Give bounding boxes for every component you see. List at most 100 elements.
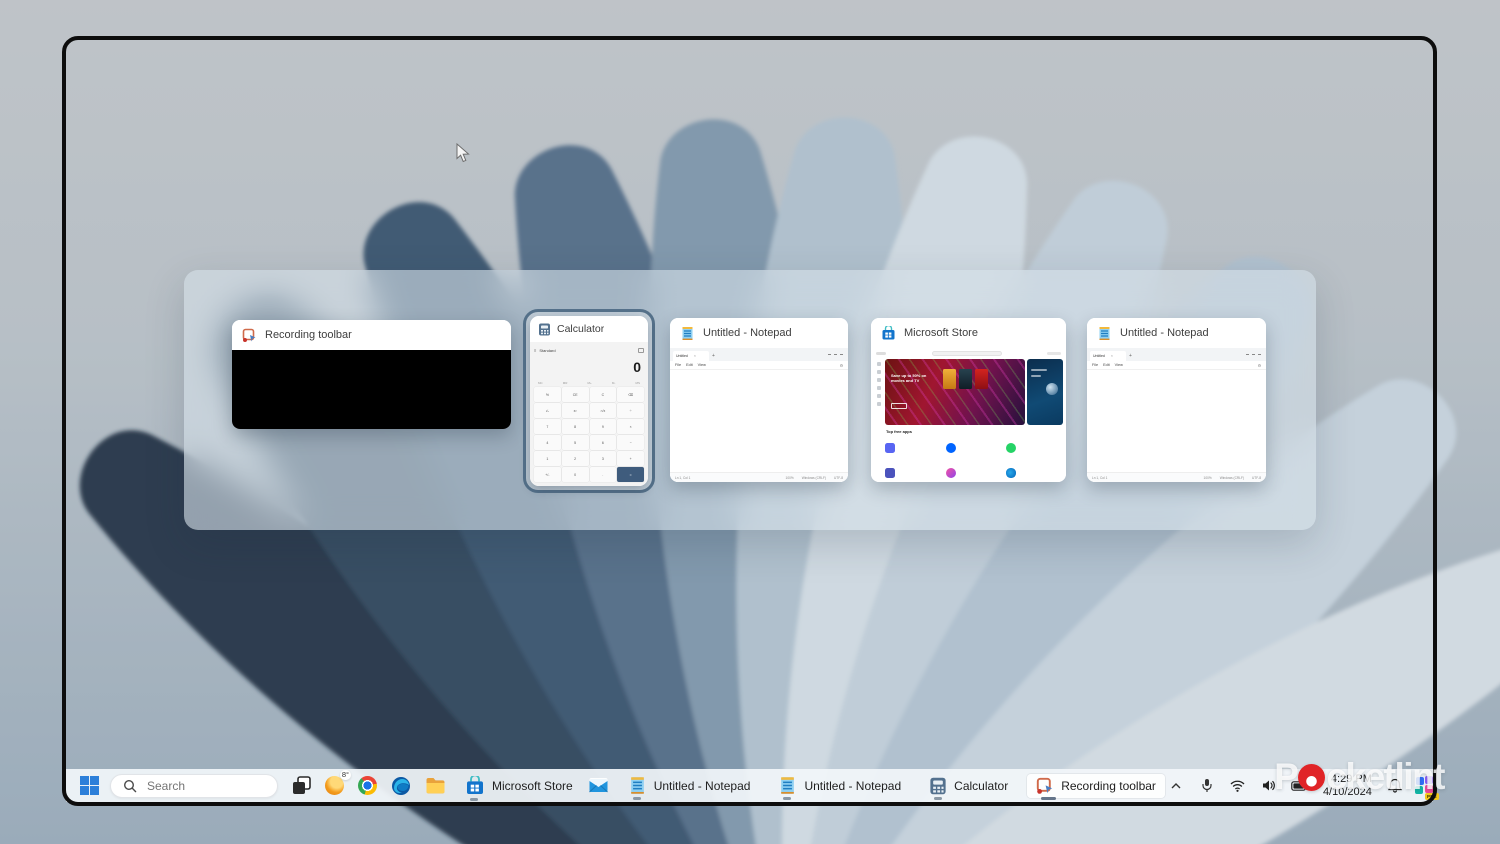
calc-key: ²√x [589,403,617,418]
store-app-tile [945,461,1003,482]
tray-microphone[interactable] [1196,774,1218,798]
windows-logo-icon [80,776,99,795]
whatsapp-icon [1006,443,1017,453]
taskbar-chrome[interactable] [358,773,377,799]
window-card-header: Microsoft Store [871,318,1066,348]
switcher-window-calculator[interactable]: Calculator ≡ Standard 0 MC MR M+ M- MS % CE C ⌫… [530,316,648,486]
tray-network[interactable] [1227,774,1249,798]
chevron-up-icon [1171,782,1181,788]
calc-key: ⌫ [617,387,644,402]
window-title: Calculator [557,323,605,335]
taskbar-edge[interactable] [391,773,411,799]
calc-memory-key: M- [611,381,616,385]
taskbar-app-label: Recording toolbar [1061,778,1156,793]
wifi-icon [1230,780,1245,792]
window-title: Recording toolbar [265,329,352,341]
calc-memory-key: MR [562,381,568,385]
taskbar-app-notepad-2[interactable]: Untitled - Notepad [769,773,910,800]
calc-memory-key: MC [538,381,543,385]
calc-key: 6 [589,435,617,450]
taskbar-app-calculator[interactable]: Calculator [920,774,1017,800]
start-button[interactable] [80,773,99,799]
notepad-icon [1099,326,1110,340]
window-card-header: Recording toolbar [232,320,511,350]
temperature-badge: 8° [339,769,351,780]
store-hero-headline: Save up to 50% on movies and TV [891,373,927,384]
store-hero-banner: Save up to 50% on movies and TV [885,359,1025,425]
notepad-tab: Untitled × [1090,350,1126,361]
gear-icon: ⚙ [839,363,843,368]
calc-key: 4 [534,435,561,450]
status-encoding: UTF-8 [1251,475,1261,480]
taskbar-app-label: Microsoft Store [492,778,573,793]
microsoft-store-icon [467,775,483,794]
recording-toolbar-icon [242,328,256,342]
notepad-thumbnail: Untitled × + File Edit View ⚙ Ln 1, Col 1… [670,348,848,482]
calculator-keypad: % CE C ⌫ ¹⁄ₓ x² ²√x ÷ 7 8 9 × 4 5 6− 1 2 3 + +/- 0. = [534,387,644,482]
calc-key: 9 [589,419,617,434]
folder-icon [426,778,445,794]
switcher-window-notepad-1[interactable]: Untitled - Notepad Untitled × + File Edit… [670,318,848,482]
task-view-button[interactable] [292,773,311,799]
screenshot-root: Recording toolbar Calculator ≡ Standard [0,0,1500,844]
taskbar: 8° Microsoft Store [66,769,1439,802]
calc-key: 2 [561,451,589,466]
notepad-icon [630,777,644,794]
gear-icon: ⚙ [1257,363,1261,368]
status-encoding: UTF-8 [833,475,843,480]
switcher-selection-ring: Calculator ≡ Standard 0 MC MR M+ M- MS % CE C ⌫… [523,309,655,493]
calculator-memory-row: MC MR M+ M- MS [534,379,644,387]
menu-edit: Edit [686,363,693,367]
window-card-header: Untitled - Notepad [670,318,848,348]
store-side-banner [1027,359,1063,425]
switcher-window-microsoft-store[interactable]: Microsoft Store Save up to 50% on movies… [871,318,1066,482]
status-line-ending: Windows (CRLF) [801,475,826,480]
calc-key: CE [561,387,589,402]
status-line-ending: Windows (CRLF) [1219,475,1244,480]
tab-close-icon: × [693,353,696,358]
window-card-header: Calculator [530,316,648,342]
calc-key: % [534,387,561,402]
calc-key: 3 [589,451,617,466]
taskbar-file-explorer[interactable] [425,773,446,799]
pocketlint-watermark: Pcketlint [1274,756,1445,797]
store-app-tile [945,436,1003,460]
window-title: Microsoft Store [904,327,978,339]
movie-poster [975,369,988,389]
new-tab-icon: + [1129,352,1132,359]
microsoft-store-icon [882,325,895,339]
taskbar-search-box[interactable] [110,773,278,798]
menu-view: View [697,363,706,367]
calculator-thumbnail: ≡ Standard 0 MC MR M+ M- MS % CE C ⌫ ¹⁄ₓ x² ²√x ÷ 7 8… [530,342,648,486]
notepad-icon [781,777,795,794]
task-view-icon [293,776,311,794]
switcher-window-notepad-2[interactable]: Untitled - Notepad Untitled × + File Edit… [1087,318,1266,482]
taskbar-app-notepad-1[interactable]: Untitled - Notepad [619,773,760,800]
calc-key: × [617,419,644,434]
taskbar-app-label: Calculator [954,778,1009,793]
edge-icon [392,776,410,795]
store-hero-button [891,403,907,409]
taskbar-app-microsoft-store[interactable]: Microsoft Store [456,773,582,801]
calc-mode-label: Standard [539,347,556,353]
widgets-weather-button[interactable]: 8° [325,769,351,799]
menu-file: File [1092,363,1099,367]
movie-poster [959,369,972,389]
taskbar-mail[interactable] [588,773,609,799]
chrome-icon [358,776,377,795]
search-input[interactable] [145,777,265,794]
store-section-title: Top free apps [886,429,912,434]
mail-icon [588,778,608,793]
search-icon [123,779,137,792]
tray-overflow-chevron[interactable] [1165,774,1187,798]
calc-key: x² [561,403,589,418]
switcher-window-recording-toolbar[interactable]: Recording toolbar [232,320,511,429]
window-title: Untitled - Notepad [1120,327,1209,339]
taskbar-app-recording-toolbar[interactable]: Recording toolbar [1027,773,1165,800]
calculator-icon [539,323,550,335]
status-zoom: 100% [1203,475,1212,480]
calc-key: 1 [534,451,561,466]
store-app-tile [885,436,942,460]
recording-toolbar-icon [1037,777,1053,794]
notepad-thumbnail: Untitled × + File Edit View ⚙ Ln 1, Col 1… [1087,348,1266,482]
